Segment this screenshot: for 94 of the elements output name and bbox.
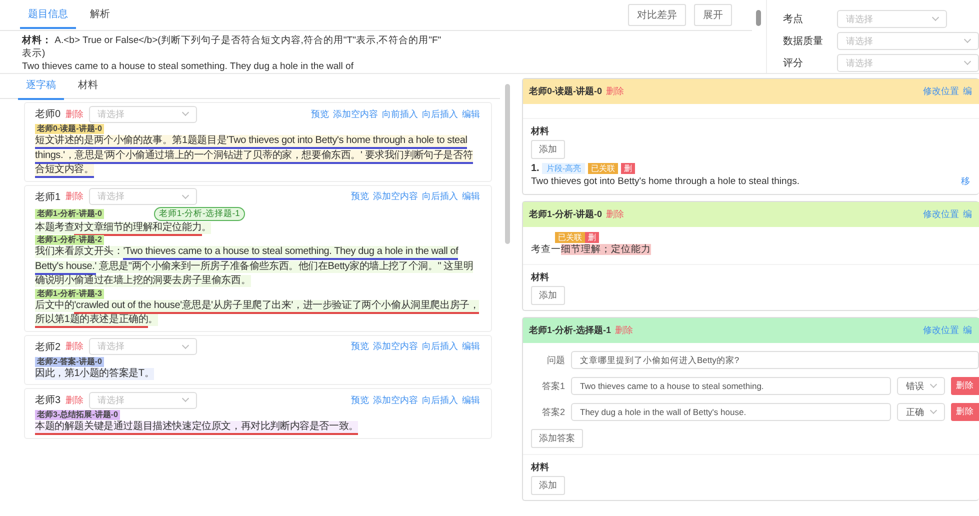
action-link[interactable]: 添加空内容 [372,190,419,203]
select-field[interactable]: 请选择 [88,188,197,205]
material-text: 表示) [22,47,46,60]
segment-tag: 老师0-读题-讲题-0 [35,124,104,134]
segment-tag: 老师3-总结拓展-讲题-0 [35,410,120,420]
action-link[interactable]: 添加空内容 [332,108,379,120]
segment-text: 我们来看原文开头：'Two thieves came to a house to steal something. They dug a hole in the wall of Betty's house.' 意思是"两个小偷来到一所房子准备偷些东西。他们在Betty家的墙上挖了个洞。" 这里明确说明小偷通过在墙上挖的洞要去房子里偷东西。 [35,245,474,288]
section-label: 材料 [531,125,550,138]
filter-label: 数据质量 [783,34,824,48]
answer-label: 答案1 [540,380,565,392]
action-link[interactable]: 预览 [350,394,370,406]
remove-link[interactable]: 移 [960,174,971,189]
filter-label: 评分 [783,57,804,70]
toolbar-button[interactable]: 展开 [694,4,732,26]
action-link[interactable]: 编辑 [461,394,481,406]
action-link[interactable]: 修改位置 [922,324,960,337]
select-field[interactable]: 请选择 [88,106,197,122]
action-link[interactable]: 向后插入 [421,108,459,120]
answer-label: 答案2 [540,406,565,418]
linked-badge: 已关联 [588,163,618,174]
linked-badge: 已关联 [555,232,585,243]
segment-tag: 老师1-分析-讲题-0 [35,208,104,218]
action-link[interactable]: 向后插入 [421,340,459,353]
delete-link[interactable]: 删除 [605,85,626,98]
block-title: 老师0-读题-讲题-0 [529,85,602,98]
item-text: Two thieves got into Betty's home through a hole to steal things. [531,175,800,189]
segment-text: 后文中的'crawled out of the house'意思是'从房子里爬了出来'，进一步验证了两个小偷从洞里爬出房子，所以第1题的表述是正确的。 [35,298,481,328]
remove-button[interactable]: 删 [585,232,599,243]
add-answer-button[interactable]: 添加答案 [531,429,583,448]
add-button[interactable]: 添加 [531,286,565,305]
action-link[interactable]: 编辑 [461,108,481,120]
action-link[interactable]: 添加空内容 [372,394,419,406]
segment-tag: 老师1-分析-讲题-3 [35,288,104,298]
remove-button[interactable]: 删 [621,163,636,174]
action-link[interactable]: 向后插入 [421,394,459,406]
segment-text: 本题考查对文章细节的理解和定位能力。 [35,220,481,235]
action-link[interactable]: 修改位置 [922,208,960,221]
select-field[interactable]: 请选择 [88,338,197,355]
teacher-name: 老师0 [35,108,61,121]
action-link[interactable]: 编辑 [461,340,481,353]
select-field[interactable]: 请选择 [88,392,197,408]
question-field[interactable]: 文章哪里提到了小偷如何进入Betty的家? [571,351,979,369]
add-button[interactable]: 添加 [531,140,565,159]
teacher-name: 老师2 [35,340,61,354]
delete-link[interactable]: 删除 [605,208,626,221]
action-link[interactable]: 编 [962,208,973,221]
note-text: 考查一 [531,244,561,255]
add-button[interactable]: 添加 [531,476,565,495]
tab[interactable]: 解析 [82,1,118,29]
select-field[interactable]: 请选择 [837,54,979,72]
select-field[interactable]: 请选择 [837,32,979,50]
delete-link[interactable]: 删除 [64,108,85,120]
action-link[interactable]: 添加空内容 [372,340,419,353]
delete-link[interactable]: 删除 [64,394,85,406]
action-link[interactable]: 向后插入 [421,190,459,203]
delete-link[interactable]: 删除 [614,324,634,337]
delete-link[interactable]: 删除 [64,340,85,353]
linked-tag: 老师1-分析-选择题-1 [154,206,245,220]
delete-button[interactable]: 删除 [951,377,979,395]
select-field[interactable]: 请选择 [837,10,947,28]
segment-text: 因此，第1小题的答案是T。 [35,366,156,381]
action-link[interactable]: 编 [962,85,973,98]
highlighted-text: 细节理解；定位能力 [561,244,651,255]
segment-tag: 老师1-分析-讲题-2 [35,235,104,245]
toolbar-button[interactable]: 对比差异 [628,4,686,26]
block-title: 老师1-分析-讲题-0 [529,208,602,221]
delete-link[interactable]: 删除 [64,190,85,203]
verdict-select[interactable]: 正确 [897,403,945,421]
segment-tag: 老师2-答案-讲题-0 [35,356,104,366]
material-text: Two thieves came to a house to steal something. They dug a hole in the wall of [22,60,354,73]
tab[interactable]: 材料 [70,74,106,100]
section-label: 材料 [531,461,550,474]
verdict-select[interactable]: 错误 [897,377,945,395]
section-label: 材料 [531,271,550,284]
question-label: 问题 [546,354,565,366]
tab[interactable]: 题目信息 [20,1,76,29]
action-link[interactable]: 预览 [310,108,330,120]
action-link[interactable]: 编辑 [461,190,481,203]
action-link[interactable]: 编 [962,324,973,337]
teacher-name: 老师3 [35,394,61,407]
action-link[interactable]: 预览 [350,190,370,203]
tab[interactable]: 逐字稿 [18,74,64,100]
item-number: 1. [531,163,540,174]
teacher-name: 老师1 [35,190,61,204]
delete-button[interactable]: 删除 [951,403,979,421]
answer-field[interactable]: Two thieves came to a house to steal something. [571,377,891,395]
material-text: 材料： A.<b> True or False</b>(判断下列句子是否符合短文内容,符合的用"T"表示,不符合的用"F" [22,34,442,47]
fragment-tag: 片段-高亮 [542,163,586,174]
action-link[interactable]: 修改位置 [922,85,960,98]
block-title: 老师1-分析-选择题-1 [529,324,612,337]
action-link[interactable]: 预览 [350,340,370,353]
action-link[interactable]: 向前插入 [381,108,419,120]
filter-label: 考点 [783,12,804,26]
answer-field[interactable]: They dug a hole in the wall of Betty's house. [571,403,891,421]
